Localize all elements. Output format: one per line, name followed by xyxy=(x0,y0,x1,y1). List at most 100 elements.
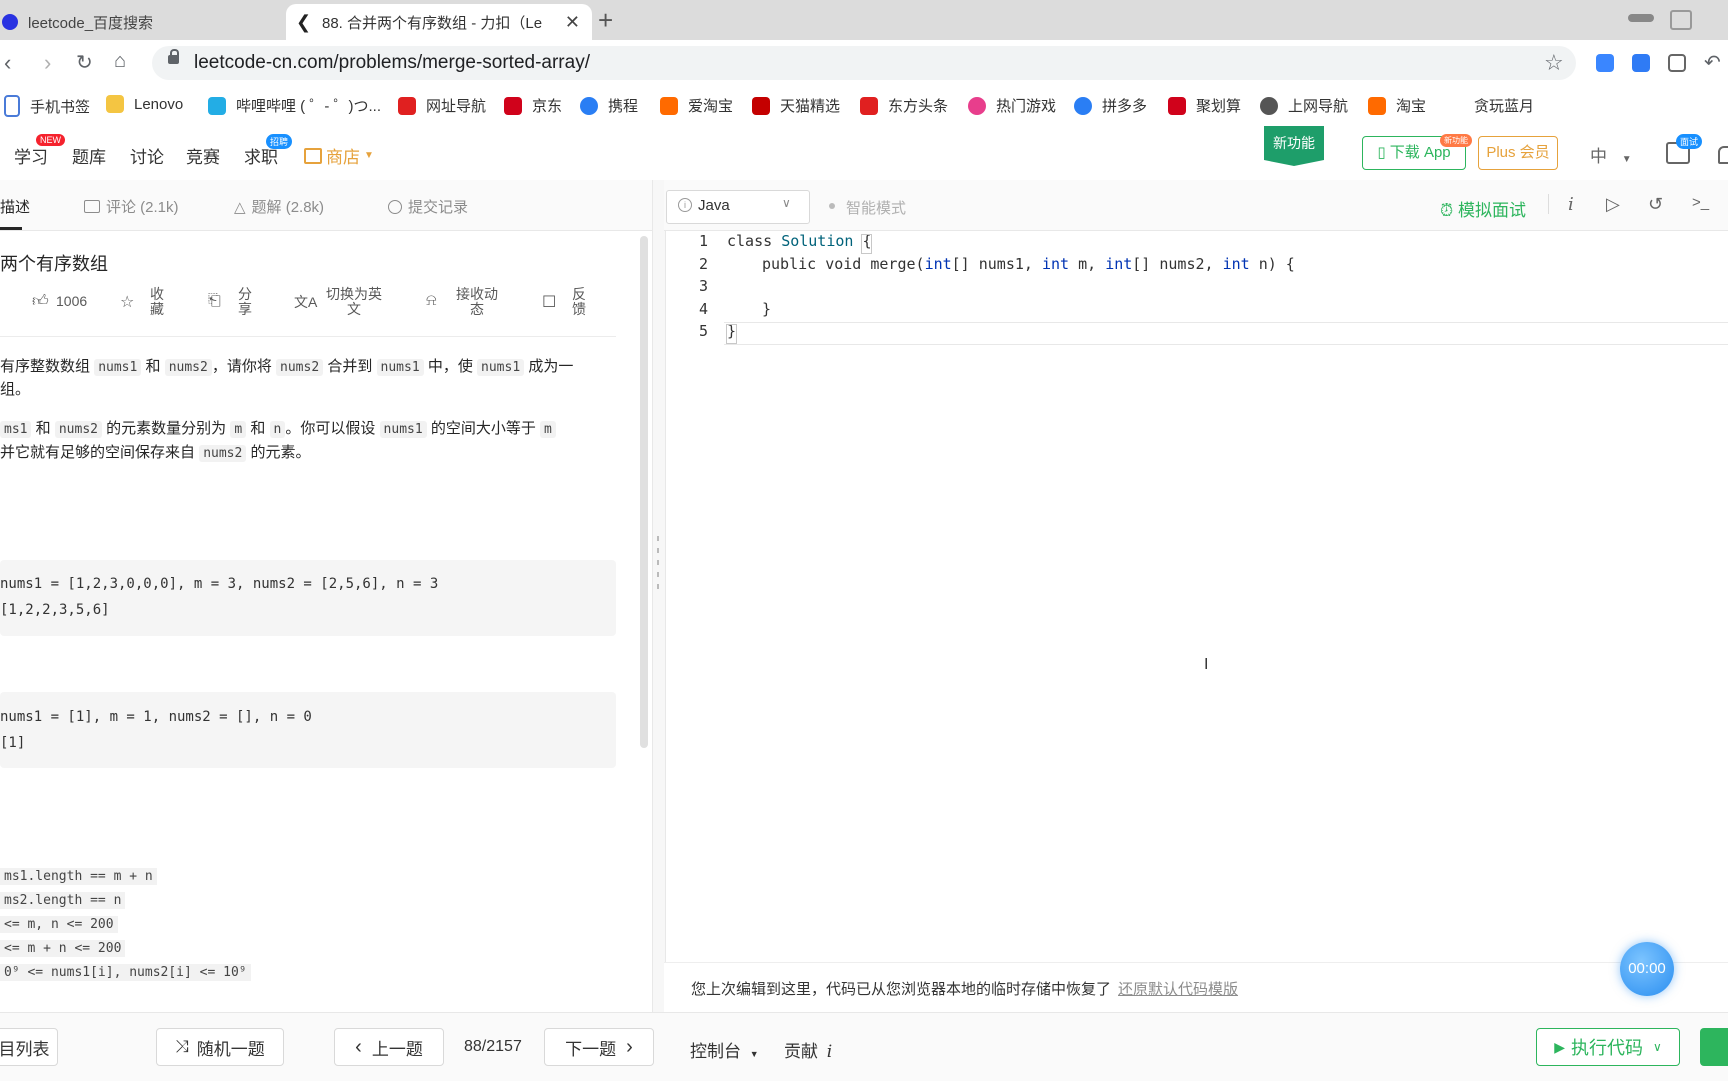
bookmark-item[interactable]: 聚划算 xyxy=(1168,95,1241,116)
chevron-down-icon[interactable]: ∨ xyxy=(782,196,791,210)
bookmark-item[interactable]: 网址导航 xyxy=(398,95,486,116)
language-select-value[interactable]: Java xyxy=(698,197,730,214)
forward-arrow-icon[interactable]: › xyxy=(44,50,51,76)
bookmark-item[interactable]: 京东 xyxy=(504,95,562,116)
description-scrollbar[interactable] xyxy=(640,236,648,748)
share-label[interactable]: 分享 xyxy=(238,287,252,317)
nav-contest[interactable]: 竞赛 xyxy=(186,143,220,168)
bookmark-star-icon[interactable]: ☆ xyxy=(1544,50,1564,76)
star-icon[interactable]: ☆ xyxy=(120,292,134,312)
bookmark-item[interactable]: 爱淘宝 xyxy=(660,95,733,116)
undo-icon[interactable]: ↶ xyxy=(1704,50,1721,75)
extension-blue-icon[interactable] xyxy=(1596,54,1614,72)
nav-learn[interactable]: 学习 xyxy=(14,143,48,168)
bookmark-item[interactable]: 东方头条 xyxy=(860,95,948,116)
new-tab-button[interactable]: + xyxy=(598,5,613,36)
bookmark-item[interactable]: 手机书签 xyxy=(4,95,90,117)
tab-solutions[interactable]: △ 题解 (2.8k) xyxy=(234,196,324,217)
restore-default-template-link[interactable]: 还原默认代码模版 xyxy=(1118,978,1238,999)
bell-icon[interactable] xyxy=(1718,146,1728,164)
code-line-2[interactable]: public void merge(int[] nums1, int m, in… xyxy=(762,255,1295,273)
translate-icon[interactable]: 文A xyxy=(294,292,317,312)
browser-tab-baidu[interactable]: leetcode_百度搜索 xyxy=(0,4,272,40)
prev-problem-button[interactable]: ‹ 上一题 xyxy=(334,1028,444,1066)
console-toggle[interactable]: 控制台 ▼ xyxy=(690,1037,759,1062)
puzzle-extensions-icon[interactable] xyxy=(1668,54,1686,72)
contribute-link[interactable]: 贡献 i xyxy=(784,1037,832,1062)
mock-interview-button[interactable]: ⏰︎ 模拟面试 xyxy=(1440,196,1526,221)
splitter-grip[interactable] xyxy=(657,536,659,541)
reset-icon[interactable]: ↺ xyxy=(1648,194,1663,215)
thumbs-up-icon[interactable]: 👍︎ xyxy=(32,292,49,311)
bookmark-item[interactable]: Lenovo xyxy=(106,95,183,113)
collect-label[interactable]: 收藏 xyxy=(150,287,164,317)
next-problem-button[interactable]: 下一题 › xyxy=(544,1028,654,1066)
caret-down-icon: ▼ xyxy=(1621,154,1632,165)
splitter-grip[interactable] xyxy=(657,560,659,565)
bookmark-item[interactable]: 上网导航 xyxy=(1260,95,1348,116)
problem-list-button[interactable]: 目列表 xyxy=(0,1028,58,1066)
tab-submissions[interactable]: 提交记录 xyxy=(388,196,468,217)
bell-icon[interactable]: ⍾ xyxy=(426,292,437,310)
bookmark-item[interactable]: 哔哩哔哩 ( ゜- ゜)つ... xyxy=(208,95,381,116)
translate-extension-icon[interactable] xyxy=(1632,54,1650,72)
bookmark-item[interactable]: 淘宝 xyxy=(1368,95,1426,116)
tab-description[interactable]: 描述 xyxy=(0,196,30,217)
back-arrow-icon[interactable]: ‹ xyxy=(4,50,11,76)
chevron-right-icon: › xyxy=(626,1035,633,1058)
timer-button[interactable]: 00:00 xyxy=(1620,942,1674,996)
run-code-button[interactable]: ▶ 执行代码 ∨ xyxy=(1536,1028,1680,1066)
incognito-icon xyxy=(1628,14,1654,22)
plus-member-button[interactable]: Plus 会员 xyxy=(1478,136,1558,170)
constraint-item: <= m + n <= 200 xyxy=(0,940,126,957)
notify-label[interactable]: 接收动态 xyxy=(456,287,498,317)
code-line-4[interactable]: } xyxy=(762,300,771,318)
browser-tab-leetcode[interactable]: ❮ 88. 合并两个有序数组 - 力扣（Le ✕ xyxy=(286,4,592,40)
tab-title: 88. 合并两个有序数组 - 力扣（Le xyxy=(322,14,543,32)
line-number: 2 xyxy=(698,255,708,273)
feedback-icon[interactable]: ☐ xyxy=(542,292,556,312)
nav-discuss[interactable]: 讨论 xyxy=(130,143,164,168)
tab-title: leetcode_百度搜索 xyxy=(28,14,154,32)
language-switch[interactable]: 中 ▼ xyxy=(1590,142,1632,167)
shirt-icon[interactable] xyxy=(1670,10,1692,30)
example-2-input: nums1 = [1], m = 1, nums2 = [], n = 0 xyxy=(0,709,312,725)
panel-splitter[interactable] xyxy=(652,180,666,1016)
bookmark-item[interactable]: 天猫精选 xyxy=(752,95,840,116)
translate-label[interactable]: 切换为英文 xyxy=(326,287,382,317)
lock-icon[interactable] xyxy=(168,49,179,64)
close-tab-icon[interactable]: ✕ xyxy=(565,12,580,33)
bookmark-item[interactable]: 贪玩蓝月 xyxy=(1474,95,1534,116)
nav-problems[interactable]: 题库 xyxy=(72,143,106,168)
bookmark-item[interactable]: 携程 xyxy=(580,95,638,116)
feedback-label[interactable]: 反馈 xyxy=(572,287,586,317)
line-number: 1 xyxy=(698,232,708,250)
terminal-icon[interactable]: >_ xyxy=(1692,194,1709,211)
caret-down-icon: ▼ xyxy=(749,1049,759,1059)
info-icon[interactable]: i xyxy=(1568,194,1574,215)
new-feature-ribbon[interactable]: 新功能 xyxy=(1264,126,1324,166)
nav-store[interactable]: 商店 ▼ xyxy=(304,143,374,168)
interview-badge: 面试 xyxy=(1676,134,1703,149)
splitter-grip[interactable] xyxy=(657,572,659,577)
example-2-block xyxy=(0,692,616,768)
home-icon[interactable]: ⌂ xyxy=(114,50,126,73)
url-text[interactable]: leetcode-cn.com/problems/merge-sorted-ar… xyxy=(194,52,590,74)
like-count[interactable]: 1006 xyxy=(56,294,87,309)
splitter-grip[interactable] xyxy=(657,548,659,553)
bookmark-item[interactable]: 拼多多 xyxy=(1074,95,1147,116)
games-icon xyxy=(968,96,986,115)
reload-icon[interactable]: ↻ xyxy=(76,50,93,75)
smart-mode-toggle[interactable]: 智能模式 xyxy=(846,197,906,218)
example-2-output: [1] xyxy=(0,735,26,751)
submit-button[interactable] xyxy=(1700,1028,1728,1066)
folder-icon xyxy=(106,95,124,113)
run-flag-icon[interactable]: ▷ xyxy=(1606,194,1620,215)
splitter-grip[interactable] xyxy=(657,584,659,589)
share-icon[interactable]: ⎗ xyxy=(208,292,221,310)
random-problem-button[interactable]: ⤨ 随机一题 xyxy=(156,1028,284,1066)
code-line-1[interactable]: class Solution { xyxy=(727,232,872,250)
tab-comments[interactable]: 评论 (2.1k) xyxy=(84,196,179,217)
bookmark-item[interactable]: 热门游戏 xyxy=(968,95,1056,116)
constraint-item: 0⁹ <= nums1[i], nums2[i] <= 10⁹ xyxy=(0,964,251,981)
